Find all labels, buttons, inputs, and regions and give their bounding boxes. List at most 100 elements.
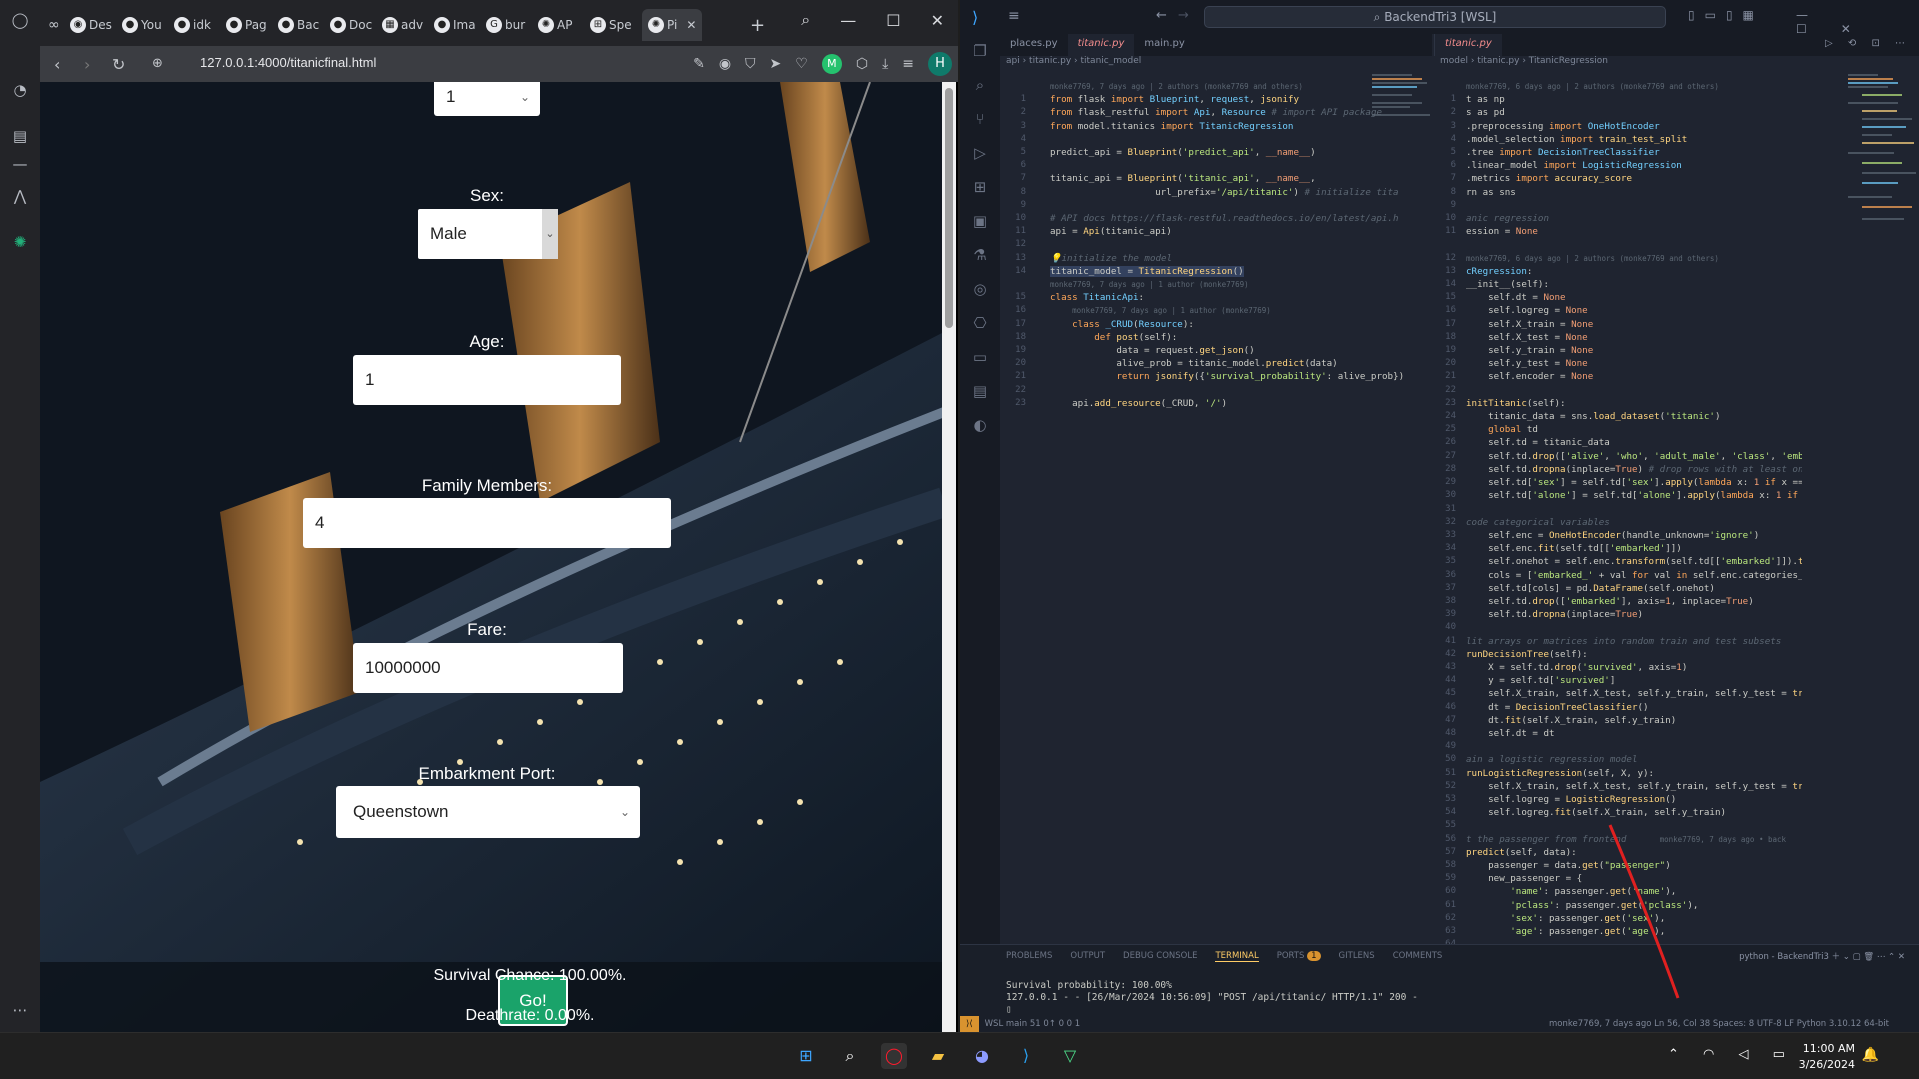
testing-icon[interactable]: ⚗ xyxy=(970,246,990,266)
source-control-icon[interactable]: ⑂ xyxy=(970,110,990,130)
discord-icon[interactable]: ◕ xyxy=(969,1043,995,1069)
vscode-icon[interactable]: ⟩ xyxy=(1013,1043,1039,1069)
left-minimap[interactable] xyxy=(1372,72,1442,192)
opera-icon[interactable]: ◯ xyxy=(881,1043,907,1069)
bookmark-icon[interactable]: ⎔ xyxy=(970,314,990,334)
url-field[interactable]: 127.0.0.1:4000/titanicfinal.html xyxy=(200,55,376,70)
back-icon[interactable]: ← xyxy=(1156,8,1167,23)
download-icon[interactable]: ⤓ xyxy=(882,56,888,72)
search-icon[interactable]: ⌕ xyxy=(970,76,990,96)
status-bar: ⟩⟨ WSL main 51 0↑ 0 0 1 monke7769, 7 day… xyxy=(960,1016,1919,1032)
shield-icon[interactable]: ⛉ xyxy=(745,56,756,72)
right-minimap[interactable] xyxy=(1848,72,1918,262)
pclass-select[interactable]: 1 ⌄ xyxy=(434,82,540,116)
browser-tab[interactable]: Gbur xyxy=(486,9,530,41)
speed-dial-icon[interactable]: ◔ xyxy=(10,80,30,100)
browser-tab[interactable]: ◉ Des xyxy=(70,9,114,41)
more-icon[interactable]: ⋯ xyxy=(10,1000,30,1020)
browser-tab[interactable]: ✺ Pi ✕ xyxy=(642,9,702,41)
explorer-icon[interactable]: ❐ xyxy=(970,42,990,62)
right-code-editor[interactable]: monke7769, 6 days ago | 2 authors (monke… xyxy=(1466,80,1802,940)
embarkment-port-select[interactable]: Queenstown ⌄ xyxy=(336,786,640,838)
layout-toggle-icons[interactable]: ▯▭▯▦ xyxy=(1688,8,1764,22)
browser-tab[interactable]: ● You xyxy=(122,9,166,41)
tab-main-py[interactable]: main.py xyxy=(1134,34,1194,56)
browser-tab[interactable]: ● Bac xyxy=(278,9,322,41)
openai-icon: ✺ xyxy=(538,17,554,33)
tab-titanic-py[interactable]: titanic.py xyxy=(1067,34,1135,56)
tab-ports[interactable]: PORTS 1 xyxy=(1277,951,1321,962)
tab-comments[interactable]: COMMENTS xyxy=(1393,951,1443,962)
age-input[interactable]: 1 xyxy=(353,355,621,405)
aria-icon[interactable]: ⋀ xyxy=(10,186,30,206)
minimize-icon[interactable]: — xyxy=(840,11,856,30)
tab-terminal[interactable]: TERMINAL xyxy=(1215,951,1259,962)
workspace-icon[interactable]: ▤ xyxy=(10,126,30,146)
browser-tab[interactable]: ● Pag xyxy=(226,9,270,41)
terminal-selector[interactable]: python - BackendTri3 ＋ ⌄ ▢ 🗑 ⋯ ⌃ ✕ xyxy=(1739,950,1905,962)
file-explorer-icon[interactable]: ▰ xyxy=(925,1043,951,1069)
forward-icon[interactable]: › xyxy=(84,55,90,74)
opera-logo-icon[interactable]: ◯ xyxy=(10,10,30,30)
extension-m-icon[interactable]: M xyxy=(821,54,842,74)
terminal-output[interactable]: Survival probability: 100.00% 127.0.0.1 -… xyxy=(1006,980,1418,1016)
extensions-icon[interactable]: ⊞ xyxy=(970,178,990,198)
scrollbar-thumb[interactable] xyxy=(945,88,953,328)
tab-output[interactable]: OUTPUT xyxy=(1070,951,1105,962)
tab-debug-console[interactable]: DEBUG CONSOLE xyxy=(1123,951,1197,962)
browser-tab[interactable]: ● Doc xyxy=(330,9,374,41)
tab-problems[interactable]: PROBLEMS xyxy=(1006,951,1052,962)
windows-start-icon[interactable]: ⊞ xyxy=(793,1043,819,1069)
family-members-input[interactable]: 4 xyxy=(303,498,671,548)
menu-icon[interactable]: ≡ xyxy=(902,56,914,72)
status-left[interactable]: WSL main 51 0↑ 0 0 1 xyxy=(985,1019,1081,1029)
sex-select[interactable]: Male ⌄ xyxy=(418,209,558,259)
search-tabs-icon[interactable]: ⌕ xyxy=(801,10,810,30)
close-icon[interactable]: ✕ xyxy=(931,11,944,30)
browser-tab[interactable]: ▦ adv xyxy=(382,9,426,41)
cube-icon[interactable]: ⬡ xyxy=(856,56,868,72)
app-icon[interactable]: ▽ xyxy=(1057,1043,1083,1069)
site-info-icon[interactable]: ⊕ xyxy=(152,56,163,71)
send-icon[interactable]: ➤ xyxy=(770,56,782,72)
notebook-icon[interactable]: ▤ xyxy=(970,382,990,402)
menu-icon[interactable]: ≡ xyxy=(1008,8,1020,24)
browser-tab[interactable]: ● Ima xyxy=(434,9,478,41)
edit-icon[interactable]: ✎ xyxy=(693,56,705,72)
fare-input[interactable]: 10000000 xyxy=(353,643,623,693)
browser-tab[interactable]: ● idk xyxy=(174,9,218,41)
tab-menu-icon[interactable]: ∞ xyxy=(48,9,60,41)
folder-icon[interactable]: ▭ xyxy=(970,348,990,368)
reload-icon[interactable]: ↻ xyxy=(112,55,125,74)
notification-bell-icon[interactable]: 🔔 xyxy=(1862,1047,1879,1063)
status-right[interactable]: monke7769, 7 days ago Ln 56, Col 38 Spac… xyxy=(1549,1019,1889,1029)
left-breadcrumb[interactable]: api › titanic.py › titanic_model xyxy=(1006,56,1426,70)
maximize-icon[interactable]: ☐ xyxy=(886,11,900,30)
close-tab-icon[interactable]: ✕ xyxy=(686,18,696,32)
tab-titanics-py[interactable]: titanic.py xyxy=(1435,34,1502,56)
browser-tab[interactable]: ✺ AP xyxy=(538,9,582,41)
tab-gitlens[interactable]: GITLENS xyxy=(1339,951,1375,962)
tab-places-py[interactable]: places.py xyxy=(1000,34,1068,56)
profile-avatar[interactable]: H xyxy=(928,52,952,76)
remote-explorer-icon[interactable]: ▣ xyxy=(970,212,990,232)
remote-indicator[interactable]: ⟩⟨ xyxy=(960,1016,979,1032)
right-breadcrumb[interactable]: model › titanic.py › TitanicRegression xyxy=(1440,56,1840,70)
gitlens-icon[interactable]: ◎ xyxy=(970,280,990,300)
new-tab-button[interactable]: + xyxy=(750,9,765,41)
heart-icon[interactable]: ♡ xyxy=(795,56,808,72)
search-icon[interactable]: ⌕ xyxy=(837,1043,863,1069)
forward-icon[interactable]: → xyxy=(1178,8,1189,23)
clock[interactable]: 11:00 AM 3/26/2024 xyxy=(1799,1041,1855,1073)
system-tray-icons[interactable]: ⌃ ◠ ◁ ▭ xyxy=(1668,1047,1795,1062)
editor-actions-icons[interactable]: ▷ ⟲ ⊡ ⋯ xyxy=(1825,38,1911,49)
window-control-icons[interactable]: —☐✕ xyxy=(1796,8,1919,36)
camera-icon[interactable]: ◉ xyxy=(719,56,731,72)
copilot-icon[interactable]: ◐ xyxy=(970,416,990,436)
back-icon[interactable]: ‹ xyxy=(54,55,60,74)
run-debug-icon[interactable]: ▷ xyxy=(970,144,990,164)
command-center[interactable]: ⌕ BackendTri3 [WSL] xyxy=(1204,6,1666,28)
page-scrollbar[interactable] xyxy=(942,82,956,1032)
chatgpt-icon[interactable]: ✺ xyxy=(10,232,30,252)
browser-tab[interactable]: ⊞ Spe xyxy=(590,9,634,41)
